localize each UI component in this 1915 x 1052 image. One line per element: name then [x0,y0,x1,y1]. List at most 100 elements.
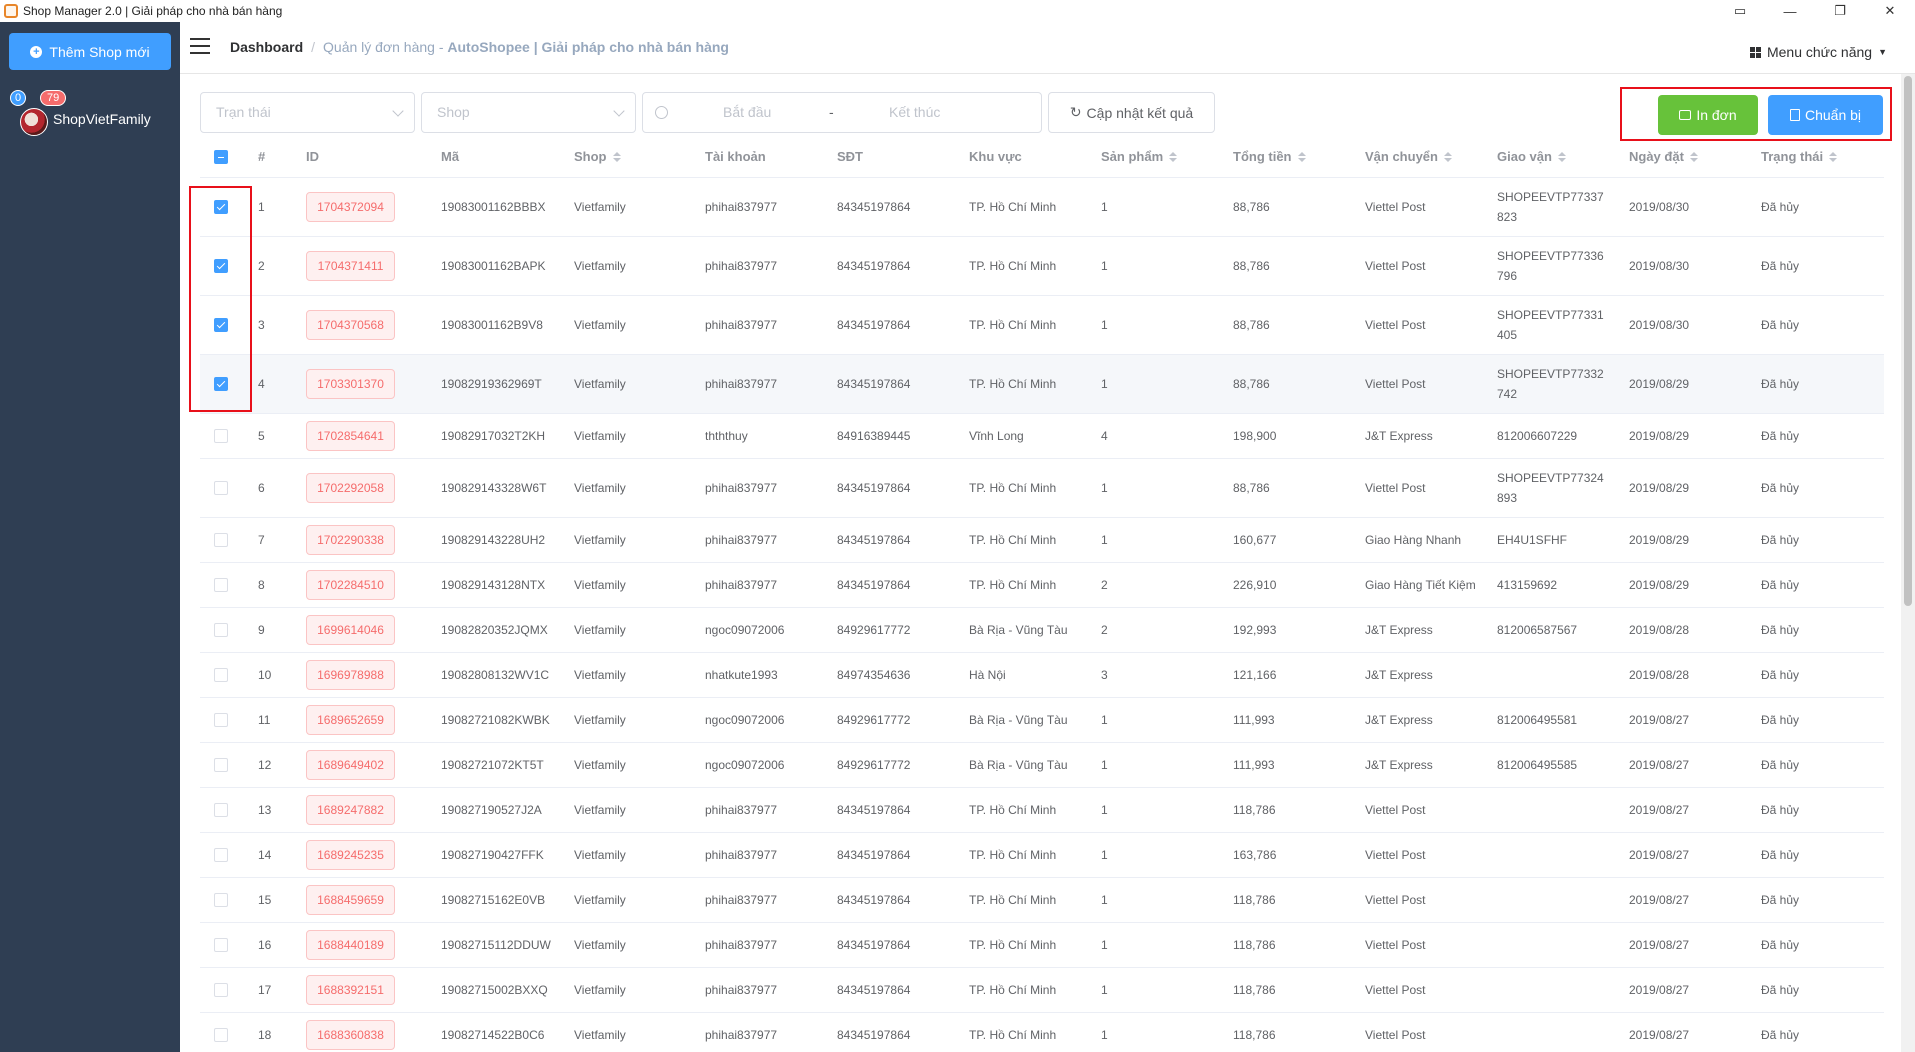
order-id-link[interactable]: 1702284510 [306,570,395,600]
order-id-link[interactable]: 1689649402 [306,750,395,780]
table-row[interactable]: 11 1689652659 19082721082KWBK Vietfamily ngo… [200,698,1884,743]
row-checkbox[interactable] [214,259,228,273]
row-select-cell[interactable] [214,237,228,295]
order-id-tag[interactable]: 1704370568 [306,296,395,354]
header-select-all[interactable] [214,136,228,177]
order-id-tag[interactable]: 1688440189 [306,923,395,967]
row-select-cell[interactable] [214,296,228,354]
order-id-tag[interactable]: 1702292058 [306,459,395,517]
row-checkbox[interactable] [214,893,228,907]
sort-icon[interactable] [1689,151,1698,162]
add-shop-button[interactable]: + Thêm Shop mới [9,33,171,70]
row-checkbox[interactable] [214,848,228,862]
sort-icon[interactable] [1297,151,1306,162]
table-row[interactable]: 12 1689649402 19082721072KT5T Vietfamily ngo… [200,743,1884,788]
table-row[interactable]: 14 1689245235 190827190427FFK Vietfamily phi… [200,833,1884,878]
prepare-orders-button[interactable]: Chuẩn bị [1768,95,1883,135]
row-select-cell[interactable] [214,968,228,1012]
order-id-link[interactable]: 1704372094 [306,192,395,222]
end-date-input[interactable]: Kết thúc [889,93,940,132]
row-checkbox[interactable] [214,481,228,495]
table-row[interactable]: 7 1702290338 190829143228UH2 Vietfamily phih… [200,518,1884,563]
row-select-cell[interactable] [214,743,228,787]
row-checkbox[interactable] [214,377,228,391]
row-checkbox[interactable] [214,803,228,817]
order-id-tag[interactable]: 1689245235 [306,833,395,877]
row-select-cell[interactable] [214,923,228,967]
order-id-link[interactable]: 1688440189 [306,930,395,960]
row-select-cell[interactable] [214,178,228,236]
order-id-link[interactable]: 1699614046 [306,615,395,645]
order-id-link[interactable]: 1704370568 [306,310,395,340]
header-col-total[interactable]: Tổng tiền [1233,136,1306,177]
minimize-button[interactable]: — [1765,0,1815,22]
order-id-link[interactable]: 1688360838 [306,1020,395,1050]
print-orders-button[interactable]: In đơn [1658,95,1758,135]
sort-icon[interactable] [612,151,621,162]
cast-icon[interactable]: ▭ [1715,0,1765,22]
order-id-tag[interactable]: 1704372094 [306,178,395,236]
row-checkbox[interactable] [214,623,228,637]
order-id-link[interactable]: 1689247882 [306,795,395,825]
row-select-cell[interactable] [214,1013,228,1052]
order-id-link[interactable]: 1702292058 [306,473,395,503]
table-row[interactable]: 6 1702292058 190829143328W6T Vietfamily phih… [200,459,1884,518]
row-select-cell[interactable] [214,698,228,742]
row-checkbox[interactable] [214,758,228,772]
order-id-tag[interactable]: 1688459659 [306,878,395,922]
refresh-results-button[interactable]: ↻ Cập nhật kết quả [1048,92,1215,133]
row-select-cell[interactable] [214,788,228,832]
sidebar-item-shop[interactable]: 0 79 ShopVietFamily [0,88,180,138]
sort-icon[interactable] [1169,151,1178,162]
table-row[interactable]: 10 1696978988 19082808132WV1C Vietfamily nha… [200,653,1884,698]
sort-icon[interactable] [1443,151,1452,162]
row-select-cell[interactable] [214,355,228,413]
vertical-scrollbar[interactable] [1901,74,1915,1052]
row-checkbox[interactable] [214,578,228,592]
table-row[interactable]: 3 1704370568 19083001162B9V8 Vietfamily phih… [200,296,1884,355]
order-id-link[interactable]: 1702290338 [306,525,395,555]
close-button[interactable]: ✕ [1865,0,1915,22]
order-id-tag[interactable]: 1702854641 [306,414,395,458]
start-date-input[interactable]: Bắt đầu [723,93,771,132]
row-checkbox[interactable] [214,429,228,443]
table-row[interactable]: 5 1702854641 19082917032T2KH Vietfamily thth… [200,414,1884,459]
row-select-cell[interactable] [214,459,228,517]
hamburger-menu-icon[interactable] [190,38,210,54]
row-checkbox[interactable] [214,533,228,547]
row-checkbox[interactable] [214,938,228,952]
sort-icon[interactable] [1829,151,1838,162]
order-id-tag[interactable]: 1689247882 [306,788,395,832]
row-select-cell[interactable] [214,608,228,652]
table-row[interactable]: 9 1699614046 19082820352JQMX Vietfamily ngoc… [200,608,1884,653]
header-col-qty[interactable]: Sản phẩm [1101,136,1178,177]
order-id-tag[interactable]: 1702284510 [306,563,395,607]
shop-select[interactable]: Shop [421,92,636,133]
row-checkbox[interactable] [214,983,228,997]
table-row[interactable]: 8 1702284510 190829143128NTX Vietfamily phih… [200,563,1884,608]
order-id-tag[interactable]: 1696978988 [306,653,395,697]
header-col-tracking[interactable]: Giao vận [1497,136,1566,177]
order-id-tag[interactable]: 1689652659 [306,698,395,742]
row-checkbox[interactable] [214,200,228,214]
row-select-cell[interactable] [214,563,228,607]
row-checkbox[interactable] [214,668,228,682]
order-id-tag[interactable]: 1689649402 [306,743,395,787]
order-id-tag[interactable]: 1699614046 [306,608,395,652]
date-range-picker[interactable]: Bắt đầu - Kết thúc [642,92,1042,133]
order-id-tag[interactable]: 1688360838 [306,1013,395,1052]
order-id-tag[interactable]: 1702290338 [306,518,395,562]
table-row[interactable]: 4 1703301370 19082919362969T Vietfamily phih… [200,355,1884,414]
row-select-cell[interactable] [214,518,228,562]
table-row[interactable]: 16 1688440189 19082715112DDUW Vietfamily phi… [200,923,1884,968]
select-all-checkbox[interactable] [214,149,228,164]
row-select-cell[interactable] [214,833,228,877]
breadcrumb-dashboard[interactable]: Dashboard [230,39,303,55]
table-row[interactable]: 2 1704371411 19083001162BAPK Vietfamily phih… [200,237,1884,296]
table-row[interactable]: 18 1688360838 19082714522B0C6 Vietfamily phi… [200,1013,1884,1052]
header-col-shop[interactable]: Shop [574,136,621,177]
header-col-status[interactable]: Trạng thái [1761,136,1838,177]
table-row[interactable]: 15 1688459659 19082715162E0VB Vietfamily phi… [200,878,1884,923]
row-select-cell[interactable] [214,878,228,922]
restore-button[interactable]: ❐ [1815,0,1865,22]
